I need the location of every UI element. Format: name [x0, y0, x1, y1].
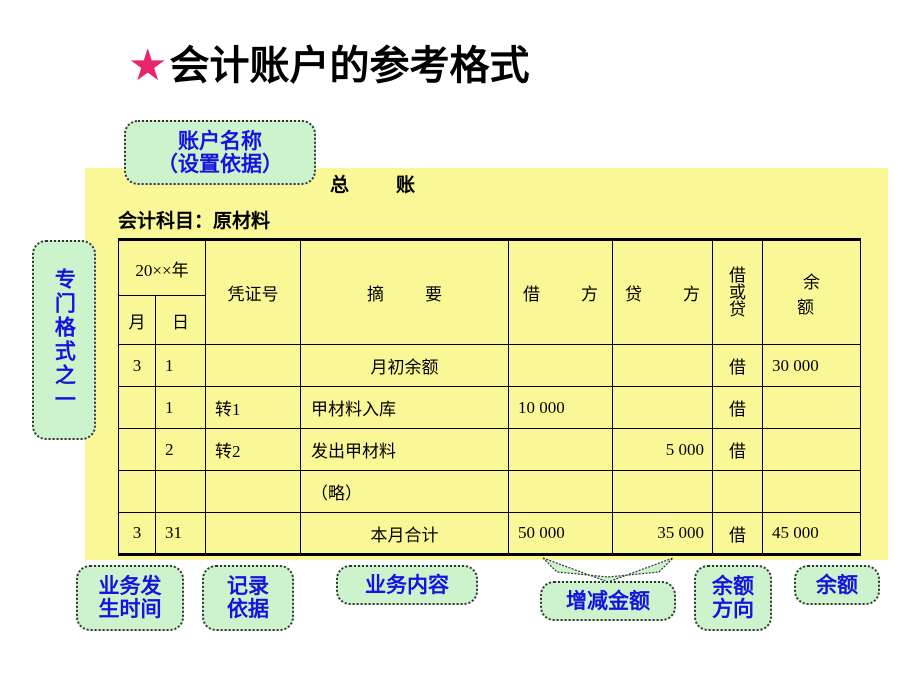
cell-balance: 30 000 — [762, 344, 861, 387]
column-header-debit: 借 方 — [508, 238, 613, 345]
cell-voucher-no — [205, 344, 301, 387]
callout-balance-direction-line2: 方向 — [712, 597, 754, 621]
cell-month — [118, 470, 156, 513]
cell-day: 1 — [155, 344, 206, 387]
cell-day: 2 — [155, 428, 206, 471]
callout-account-name-text: 账户名称 （设置依据） — [157, 130, 283, 175]
cell-month: 3 — [118, 344, 156, 387]
table-row: 3 1 月初余额 借 30 000 — [118, 344, 861, 387]
table-row: （略） — [118, 470, 861, 513]
table-row: 3 31 本月合计 50 000 35 000 借 45 000 — [118, 512, 861, 556]
cell-dc-direction: 借 — [712, 512, 763, 556]
cell-debit — [508, 344, 613, 387]
page-title: ★ 会计账户的参考格式 — [128, 44, 529, 88]
column-header-summary: 摘 要 — [300, 238, 509, 345]
cell-month: 3 — [118, 512, 156, 556]
cell-day: 31 — [155, 512, 206, 556]
cell-dc-direction: 借 — [712, 344, 763, 387]
callout-business-time: 业务发 生时间 — [76, 565, 184, 631]
callout-business-time-line2: 生时间 — [98, 597, 162, 621]
callout-account-name-line2: （设置依据） — [157, 151, 283, 176]
cell-balance — [762, 428, 861, 471]
callout-business-time-text: 业务发 生时间 — [99, 575, 162, 620]
general-ledger-table: 20××年 凭证号 摘 要 借 方 贷 方 借 或 贷 余 额 月 日 3 1 … — [118, 238, 861, 556]
cell-debit — [508, 428, 613, 471]
cell-summary: 甲材料入库 — [300, 386, 509, 429]
cell-voucher-no — [205, 470, 301, 513]
cell-summary: 本月合计 — [300, 512, 509, 556]
callout-account-name: 账户名称 （设置依据） — [124, 120, 316, 185]
cell-month — [118, 386, 156, 429]
ledger-subject-line: 会计科目：原材料 — [118, 210, 271, 232]
cell-summary: 发出甲材料 — [300, 428, 509, 471]
dc-direction-char-2: 或 — [729, 283, 746, 302]
cell-debit — [508, 470, 613, 513]
cell-day — [155, 470, 206, 513]
ledger-table-body: 3 1 月初余额 借 30 000 1 转1 甲材料入库 10 000 借 2 … — [118, 344, 861, 556]
cell-dc-direction: 借 — [712, 386, 763, 429]
page-title-text: 会计账户的参考格式 — [169, 43, 530, 89]
table-row: 2 转2 发出甲材料 5 000 借 — [118, 428, 861, 471]
cell-credit: 5 000 — [612, 428, 713, 471]
callout-balance-direction: 余额 方向 — [694, 565, 772, 631]
cell-day: 1 — [155, 386, 206, 429]
column-header-dc-direction: 借 或 贷 — [712, 238, 763, 345]
callout-balance-direction-text: 余额 方向 — [712, 575, 754, 620]
cell-credit — [612, 470, 713, 513]
cell-debit: 50 000 — [508, 512, 613, 556]
column-header-day: 日 — [155, 295, 206, 345]
ledger-heading: 总 账 — [330, 174, 430, 196]
dc-direction-char-3: 贷 — [729, 300, 746, 319]
column-header-balance: 余 额 — [762, 238, 861, 345]
dc-direction-char-1: 借 — [729, 266, 746, 285]
cell-credit — [612, 386, 713, 429]
cell-voucher-no: 转1 — [205, 386, 301, 429]
cell-balance — [762, 470, 861, 513]
cell-credit: 35 000 — [612, 512, 713, 556]
cell-summary: 月初余额 — [300, 344, 509, 387]
callout-business-time-line1: 业务发 — [98, 574, 162, 599]
cell-balance: 45 000 — [762, 512, 861, 556]
callout-balance: 余额 — [794, 565, 880, 605]
callout-change-amount: 增减金额 — [540, 581, 676, 621]
callout-account-name-line1: 账户名称 — [178, 128, 262, 153]
column-header-year: 20××年 — [118, 238, 206, 296]
table-row: 1 转1 甲材料入库 10 000 借 — [118, 386, 861, 429]
callout-record-basis-text: 记录 依据 — [227, 575, 269, 620]
callout-record-basis: 记录 依据 — [202, 565, 294, 631]
star-icon: ★ — [128, 40, 168, 91]
callout-balance-direction-line1: 余额 — [712, 574, 754, 599]
column-header-voucher-no: 凭证号 — [205, 238, 301, 345]
cell-voucher-no: 转2 — [205, 428, 301, 471]
cell-credit — [612, 344, 713, 387]
cell-dc-direction: 借 — [712, 428, 763, 471]
cell-dc-direction — [712, 470, 763, 513]
cell-summary: （略） — [300, 470, 509, 513]
column-header-month: 月 — [118, 295, 156, 345]
callout-record-basis-line2: 依据 — [227, 597, 269, 621]
callout-special-format: 专门格式之一 — [32, 240, 96, 440]
callout-record-basis-line1: 记录 — [227, 574, 269, 599]
column-header-credit: 贷 方 — [612, 238, 713, 345]
cell-voucher-no — [205, 512, 301, 556]
cell-month — [118, 428, 156, 471]
callout-business-content: 业务内容 — [336, 565, 478, 605]
cell-balance — [762, 386, 861, 429]
amount-pointer-icon — [542, 557, 674, 583]
cell-debit: 10 000 — [508, 386, 613, 429]
